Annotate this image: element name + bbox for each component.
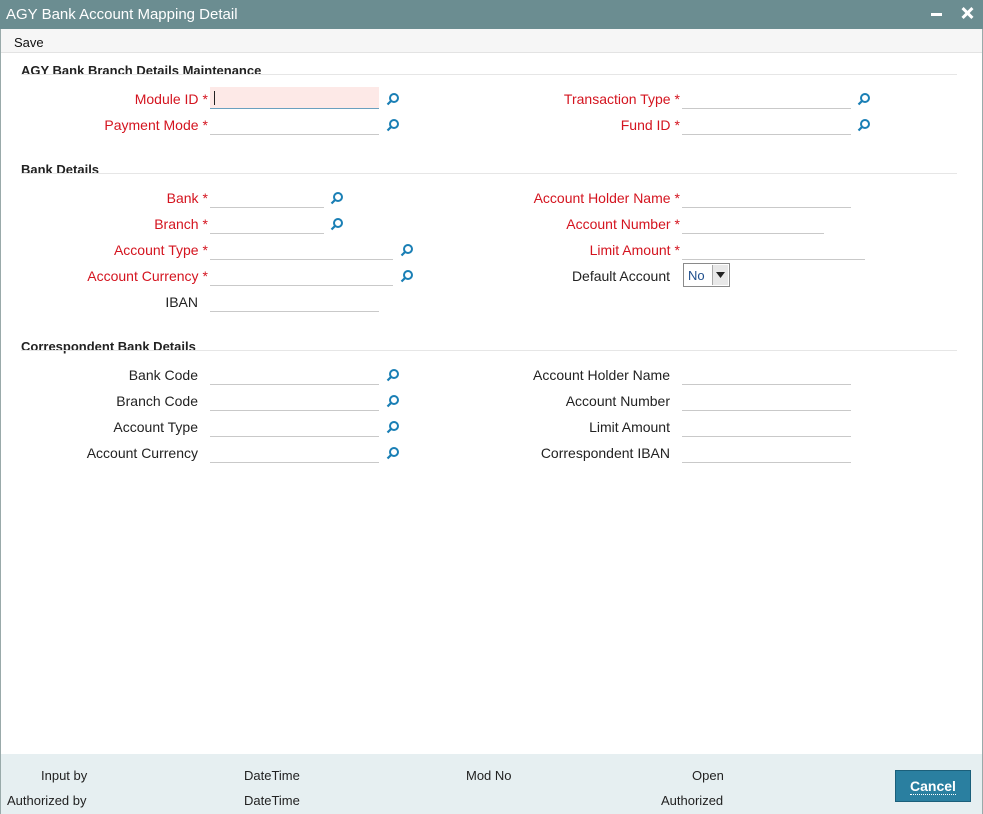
cancel-button[interactable]: Cancel [895,770,971,802]
authorized-status-label: Authorized [661,793,724,808]
search-icon[interactable] [386,118,400,132]
account-currency-label: Account Currency * [87,268,208,284]
fund-id-label: Fund ID * [620,117,680,133]
search-icon[interactable] [386,92,400,106]
corr-account-number-input[interactable] [682,389,851,411]
section-title-branch: AGY Bank Branch Details Maintenance [21,63,262,78]
minimize-icon[interactable] [929,5,945,21]
input-by-label: Input by [41,768,88,783]
default-account-select[interactable]: No [683,263,730,287]
search-icon[interactable] [386,394,400,408]
chevron-down-icon [712,265,728,285]
module-id-label: Module ID * [134,91,208,107]
account-number-label: Account Number * [566,216,680,232]
corr-bank-code-input[interactable] [210,363,379,385]
corr-branch-code-input[interactable] [210,389,379,411]
text-caret [214,91,215,105]
open-status-label: Open [692,768,724,783]
search-icon[interactable] [400,269,414,283]
corr-account-currency-label: Account Currency [86,445,198,461]
transaction-type-label: Transaction Type * [563,91,680,107]
search-icon[interactable] [386,368,400,382]
corr-account-type-input[interactable] [210,415,379,437]
save-button[interactable]: Save [14,35,44,50]
default-account-label: Default Account [571,268,670,284]
audit-footer: Input by Authorized by DateTime DateTime… [1,754,982,814]
section-divider [21,173,957,174]
corr-account-currency-input[interactable] [210,441,379,463]
corr-account-number-label: Account Number [565,393,670,409]
window-body: Save AGY Bank Branch Details Maintenance… [0,29,983,814]
search-icon[interactable] [330,217,344,231]
section-divider [21,74,957,75]
transaction-type-input[interactable] [682,87,851,109]
payment-mode-input[interactable] [210,113,379,135]
section-title-correspondent: Correspondent Bank Details [21,339,196,354]
section-divider [21,350,957,351]
account-currency-input[interactable] [210,264,393,286]
bank-label: Bank * [166,190,208,206]
search-icon[interactable] [386,420,400,434]
iban-input[interactable] [210,290,379,312]
corr-bank-code-label: Bank Code [128,367,198,383]
search-icon[interactable] [857,118,871,132]
corr-limit-amount-label: Limit Amount [589,419,670,435]
authorized-by-label: Authorized by [7,793,87,808]
cancel-button-label: Cancel [910,778,956,795]
branch-label: Branch * [154,216,208,232]
account-number-input[interactable] [682,212,824,234]
bank-input[interactable] [210,186,324,208]
window-titlebar: AGY Bank Account Mapping Detail [0,0,983,29]
corr-account-holder-name-input[interactable] [682,363,851,385]
corr-branch-code-label: Branch Code [116,393,198,409]
window-title: AGY Bank Account Mapping Detail [6,6,238,23]
limit-amount-label: Limit Amount * [589,242,680,258]
window-controls [929,5,975,21]
limit-amount-input[interactable] [682,238,865,260]
corr-limit-amount-input[interactable] [682,415,851,437]
iban-label: IBAN [165,294,198,310]
corr-account-type-label: Account Type [113,419,198,435]
search-icon[interactable] [330,191,344,205]
correspondent-iban-label: Correspondent IBAN [540,445,670,461]
fund-id-input[interactable] [682,113,851,135]
authorized-datetime-label: DateTime [244,793,300,808]
corr-account-holder-name-label: Account Holder Name [533,367,670,383]
input-datetime-label: DateTime [244,768,300,783]
search-icon[interactable] [400,243,414,257]
section-title-bank: Bank Details [21,162,100,177]
search-icon[interactable] [857,92,871,106]
branch-input[interactable] [210,212,324,234]
module-id-input[interactable] [210,87,379,109]
payment-mode-label: Payment Mode * [104,117,208,133]
default-account-value: No [688,267,705,283]
account-holder-name-input[interactable] [682,186,851,208]
account-type-label: Account Type * [113,242,208,258]
correspondent-iban-input[interactable] [682,441,851,463]
account-holder-name-label: Account Holder Name * [533,190,680,206]
close-icon[interactable] [959,5,975,21]
account-type-input[interactable] [210,238,393,260]
search-icon[interactable] [386,446,400,460]
mod-no-label: Mod No [466,768,512,783]
menubar: Save [1,29,982,53]
